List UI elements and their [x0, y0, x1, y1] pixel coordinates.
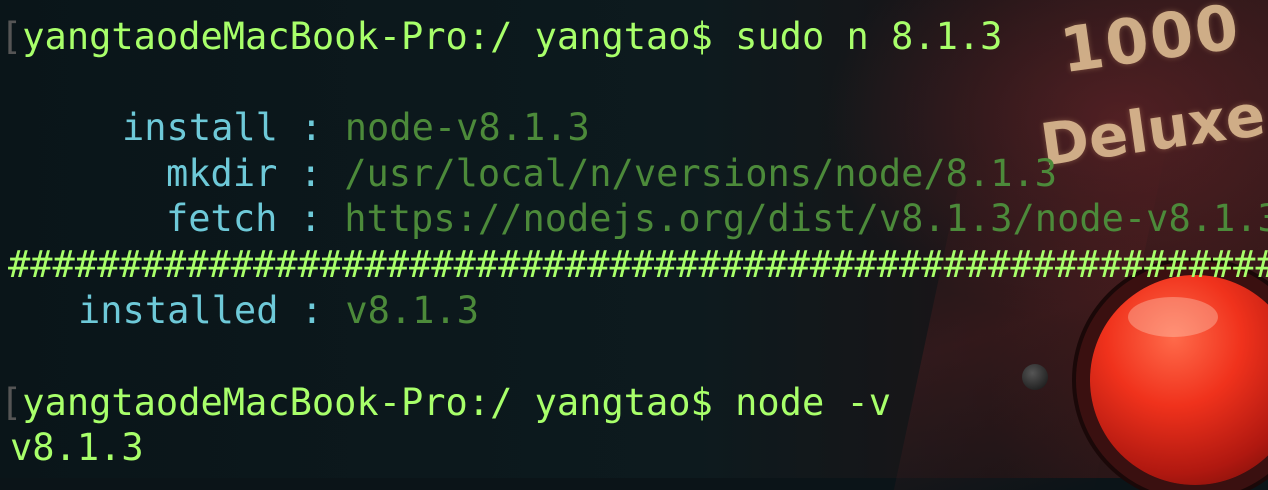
prompt-bracket: [: [0, 15, 23, 58]
installed-row: installed : v8.1.3: [78, 288, 479, 334]
command-text: sudo n 8.1.3: [735, 15, 1003, 58]
fetch-row: fetch : https://nodejs.org/dist/v8.1.3/n…: [166, 196, 1268, 242]
prompt-line-2: [yangtaodeMacBook-Pro:/ yangtao$ node -v: [0, 380, 891, 426]
prompt-line-1: [yangtaodeMacBook-Pro:/ yangtao$ sudo n …: [0, 14, 1002, 60]
install-sep: :: [300, 106, 323, 149]
installed-key: installed: [78, 289, 279, 332]
fetch-sep: :: [299, 197, 322, 240]
version-output-text: v8.1.3: [10, 426, 144, 469]
fetch-key: fetch: [166, 197, 278, 240]
prompt-host: yangtaodeMacBook-Pro:/ yangtao$: [22, 381, 713, 424]
version-output: v8.1.3: [10, 425, 144, 471]
install-row: install : node-v8.1.3: [122, 105, 590, 151]
mkdir-value: /usr/local/n/versions/node/8.1.3: [344, 152, 1058, 195]
prompt-host: yangtaodeMacBook-Pro:/ yangtao$: [22, 15, 713, 58]
fetch-value: https://nodejs.org/dist/v8.1.3/node-v8.1…: [344, 197, 1268, 240]
install-key: install: [122, 106, 278, 149]
installed-sep: :: [300, 289, 324, 332]
progress-hashes: ########################################…: [8, 243, 1268, 286]
prompt-bracket: [: [0, 381, 23, 424]
progress-bar: ########################################…: [8, 242, 1268, 288]
mkdir-sep: :: [299, 152, 322, 195]
installed-value: v8.1.3: [345, 289, 479, 332]
mkdir-row: mkdir : /usr/local/n/versions/node/8.1.3: [166, 151, 1057, 197]
terminal-output[interactable]: [yangtaodeMacBook-Pro:/ yangtao$ sudo n …: [0, 0, 1268, 478]
install-value: node-v8.1.3: [344, 106, 590, 149]
command-text: node -v: [735, 381, 892, 424]
mkdir-key: mkdir: [166, 152, 278, 195]
